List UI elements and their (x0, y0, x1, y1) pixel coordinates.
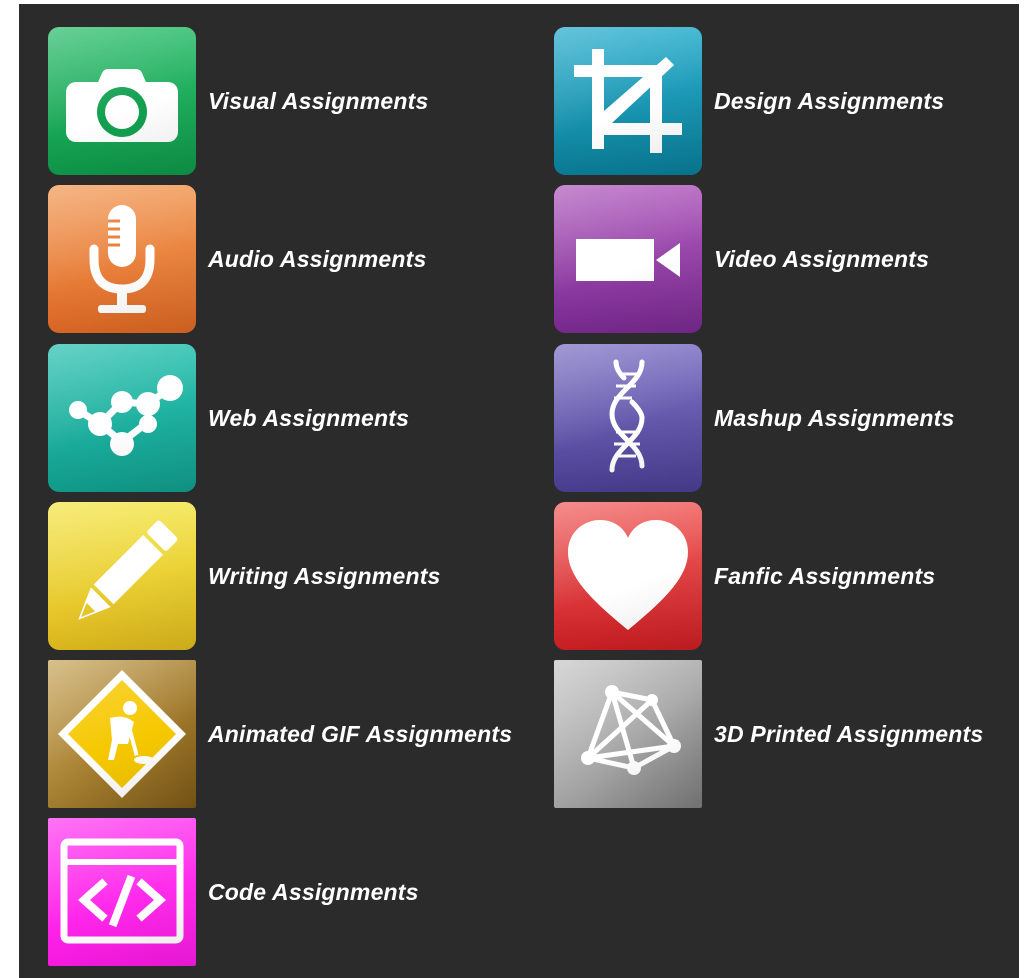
code-window-icon (48, 818, 196, 966)
video-assignments-link[interactable]: Video Assignments (554, 185, 929, 333)
crop-icon (554, 27, 702, 175)
network-icon (48, 344, 196, 492)
visual-assignments-label: Visual Assignments (208, 87, 429, 114)
code-assignments-label: Code Assignments (208, 878, 419, 905)
visual-assignments-link[interactable]: Visual Assignments (48, 27, 428, 175)
construction-sign-icon (48, 660, 196, 808)
web-assignments-label: Web Assignments (208, 404, 410, 431)
fanfic-assignments-link[interactable]: Fanfic Assignments (554, 502, 935, 650)
writing-assignments-link[interactable]: Writing Assignments (48, 502, 441, 650)
microphone-icon (48, 185, 196, 333)
fanfic-assignments-label: Fanfic Assignments (714, 562, 936, 589)
animated-gif-assignments-link[interactable]: Animated GIF Assignments (48, 660, 512, 808)
design-assignments-link[interactable]: Design Assignments (554, 27, 944, 175)
camera-icon (48, 27, 196, 175)
mashup-assignments-link[interactable]: Mashup Assignments (554, 344, 954, 492)
3d-wireframe-icon (554, 660, 702, 808)
video-assignments-label: Video Assignments (714, 245, 930, 272)
mashup-assignments-label: Mashup Assignments (714, 404, 955, 431)
3d-printed-assignments-label: 3D Printed Assignments (714, 720, 984, 747)
video-camera-icon (554, 185, 702, 333)
dna-icon (554, 344, 702, 492)
pencil-icon (48, 502, 196, 650)
design-assignments-label: Design Assignments (714, 87, 945, 114)
heart-icon (554, 502, 702, 650)
writing-assignments-label: Writing Assignments (208, 562, 441, 589)
3d-printed-assignments-link[interactable]: 3D Printed Assignments (554, 660, 983, 808)
code-assignments-link[interactable]: Code Assignments (48, 818, 419, 966)
animated-gif-assignments-label: Animated GIF Assignments (208, 720, 513, 747)
web-assignments-link[interactable]: Web Assignments (48, 344, 409, 492)
audio-assignments-label: Audio Assignments (208, 245, 427, 272)
audio-assignments-link[interactable]: Audio Assignments (48, 185, 427, 333)
